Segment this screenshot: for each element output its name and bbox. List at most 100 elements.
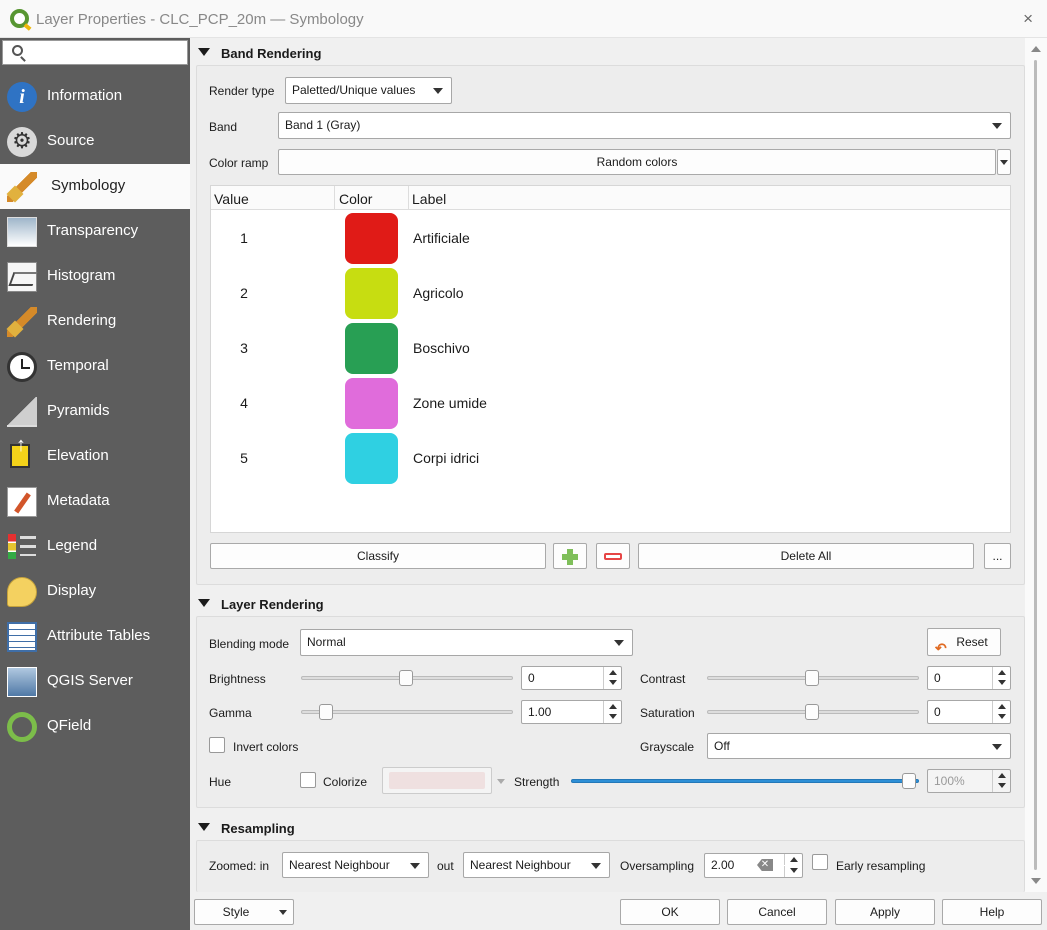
- reset-button[interactable]: ↶ Reset: [927, 628, 1001, 656]
- sidebar-item-qgis-server[interactable]: QGIS Server: [0, 659, 190, 704]
- color-swatch[interactable]: [345, 213, 398, 264]
- column-header-value[interactable]: Value: [214, 191, 249, 207]
- spin-up-icon[interactable]: [603, 701, 621, 712]
- slider-handle[interactable]: [805, 670, 819, 686]
- close-icon[interactable]: ×: [1023, 9, 1033, 29]
- brightness-label: Brightness: [209, 672, 266, 686]
- vertical-scrollbar[interactable]: [1025, 38, 1047, 892]
- scroll-down-icon[interactable]: [1031, 878, 1041, 884]
- scrollbar-thumb[interactable]: [1034, 60, 1037, 870]
- spin-down-icon[interactable]: [603, 678, 621, 689]
- sidebar-item-display[interactable]: Display: [0, 569, 190, 614]
- sidebar-item-symbology[interactable]: Symbology: [0, 164, 190, 209]
- chevron-down-icon: [1000, 160, 1008, 165]
- sidebar-item-label: Transparency: [47, 222, 139, 239]
- properties-content: Band Rendering Render type Paletted/Uniq…: [190, 38, 1047, 892]
- search-field[interactable]: [2, 40, 188, 65]
- color-swatch[interactable]: [345, 433, 398, 484]
- sidebar-item-histogram[interactable]: Histogram: [0, 254, 190, 299]
- column-header-label[interactable]: Label: [412, 191, 446, 207]
- ok-button[interactable]: OK: [620, 899, 720, 925]
- render-type-select[interactable]: Paletted/Unique values: [285, 77, 452, 104]
- clear-icon[interactable]: ✕: [757, 859, 773, 871]
- gamma-spinbox[interactable]: 1.00: [521, 700, 622, 724]
- spin-up-icon[interactable]: [992, 701, 1010, 712]
- brightness-slider[interactable]: [301, 670, 513, 686]
- delete-all-button[interactable]: Delete All: [638, 543, 974, 569]
- color-ramp-menu-button[interactable]: [997, 149, 1011, 175]
- sidebar-item-label: Elevation: [47, 447, 109, 464]
- slider-handle[interactable]: [805, 704, 819, 720]
- zoomed-out-select[interactable]: Nearest Neighbour: [463, 852, 610, 878]
- column-divider: [408, 186, 409, 210]
- early-resampling-checkbox[interactable]: [812, 854, 828, 870]
- sidebar-item-transparency[interactable]: Transparency: [0, 209, 190, 254]
- colorize-checkbox[interactable]: [300, 772, 316, 788]
- spin-down-icon[interactable]: [992, 781, 1010, 792]
- blending-mode-select[interactable]: Normal: [300, 629, 633, 656]
- spin-down-icon[interactable]: [603, 712, 621, 723]
- contrast-slider[interactable]: [707, 670, 919, 686]
- colorize-color-button[interactable]: [382, 767, 505, 794]
- sidebar-item-source[interactable]: ⚙ Source: [0, 119, 190, 164]
- slider-handle[interactable]: [902, 773, 916, 789]
- grayscale-select[interactable]: Off: [707, 733, 1011, 759]
- oversampling-spinbox[interactable]: 2.00 ✕: [704, 853, 803, 878]
- invert-colors-checkbox[interactable]: [209, 737, 225, 753]
- spin-down-icon[interactable]: [992, 712, 1010, 723]
- palette-table[interactable]: Value Color Label 1 Artificiale 2 Agrico…: [210, 185, 1011, 533]
- table-row[interactable]: 2 Agricolo: [211, 266, 1010, 321]
- slider-handle[interactable]: [319, 704, 333, 720]
- color-swatch[interactable]: [345, 378, 398, 429]
- cancel-button[interactable]: Cancel: [727, 899, 827, 925]
- contrast-spinbox[interactable]: 0: [927, 666, 1011, 690]
- sidebar-item-qfield[interactable]: QField: [0, 704, 190, 749]
- sidebar-item-temporal[interactable]: Temporal: [0, 344, 190, 389]
- spin-down-icon[interactable]: [992, 678, 1010, 689]
- gamma-slider[interactable]: [301, 704, 513, 720]
- zoomed-in-select[interactable]: Nearest Neighbour: [282, 852, 429, 878]
- table-row[interactable]: 1 Artificiale: [211, 211, 1010, 266]
- spin-up-icon[interactable]: [784, 854, 802, 865]
- search-input[interactable]: [31, 44, 181, 61]
- classify-button[interactable]: Classify: [210, 543, 546, 569]
- sidebar-item-elevation[interactable]: Elevation: [0, 434, 190, 479]
- spin-up-icon[interactable]: [992, 770, 1010, 781]
- layer-rendering-header[interactable]: Layer Rendering: [196, 591, 1022, 615]
- table-row[interactable]: 5 Corpi idrici: [211, 431, 1010, 486]
- more-options-button[interactable]: ...: [984, 543, 1011, 569]
- spin-up-icon[interactable]: [603, 667, 621, 678]
- strength-value: 100%: [934, 774, 965, 788]
- strength-spinbox[interactable]: 100%: [927, 769, 1011, 793]
- spin-down-icon[interactable]: [784, 866, 802, 877]
- sidebar-item-pyramids[interactable]: Pyramids: [0, 389, 190, 434]
- band-select[interactable]: Band 1 (Gray): [278, 112, 1011, 139]
- sidebar-item-attribute-tables[interactable]: Attribute Tables: [0, 614, 190, 659]
- saturation-slider[interactable]: [707, 704, 919, 720]
- apply-button[interactable]: Apply: [835, 899, 935, 925]
- saturation-spinbox[interactable]: 0: [927, 700, 1011, 724]
- sidebar-item-legend[interactable]: Legend: [0, 524, 190, 569]
- sidebar-item-rendering[interactable]: Rendering: [0, 299, 190, 344]
- row-label: Zone umide: [413, 395, 487, 411]
- slider-handle[interactable]: [399, 670, 413, 686]
- color-swatch[interactable]: [345, 268, 398, 319]
- help-button[interactable]: Help: [942, 899, 1042, 925]
- column-header-color[interactable]: Color: [339, 191, 372, 207]
- color-ramp-button[interactable]: Random colors: [278, 149, 996, 175]
- table-row[interactable]: 4 Zone umide: [211, 376, 1010, 431]
- sidebar-item-metadata[interactable]: Metadata: [0, 479, 190, 524]
- table-row[interactable]: 3 Boschivo: [211, 321, 1010, 376]
- brightness-spinbox[interactable]: 0: [521, 666, 622, 690]
- remove-value-button[interactable]: [596, 543, 630, 569]
- color-swatch[interactable]: [345, 323, 398, 374]
- search-icon: [12, 45, 23, 56]
- spin-up-icon[interactable]: [992, 667, 1010, 678]
- resampling-header[interactable]: Resampling: [196, 815, 1022, 839]
- add-value-button[interactable]: [553, 543, 587, 569]
- strength-slider[interactable]: [571, 773, 919, 789]
- style-menu-button[interactable]: Style: [194, 899, 294, 925]
- sidebar-item-information[interactable]: i Information: [0, 74, 190, 119]
- band-rendering-header[interactable]: Band Rendering: [196, 40, 1022, 64]
- scroll-up-icon[interactable]: [1031, 46, 1041, 52]
